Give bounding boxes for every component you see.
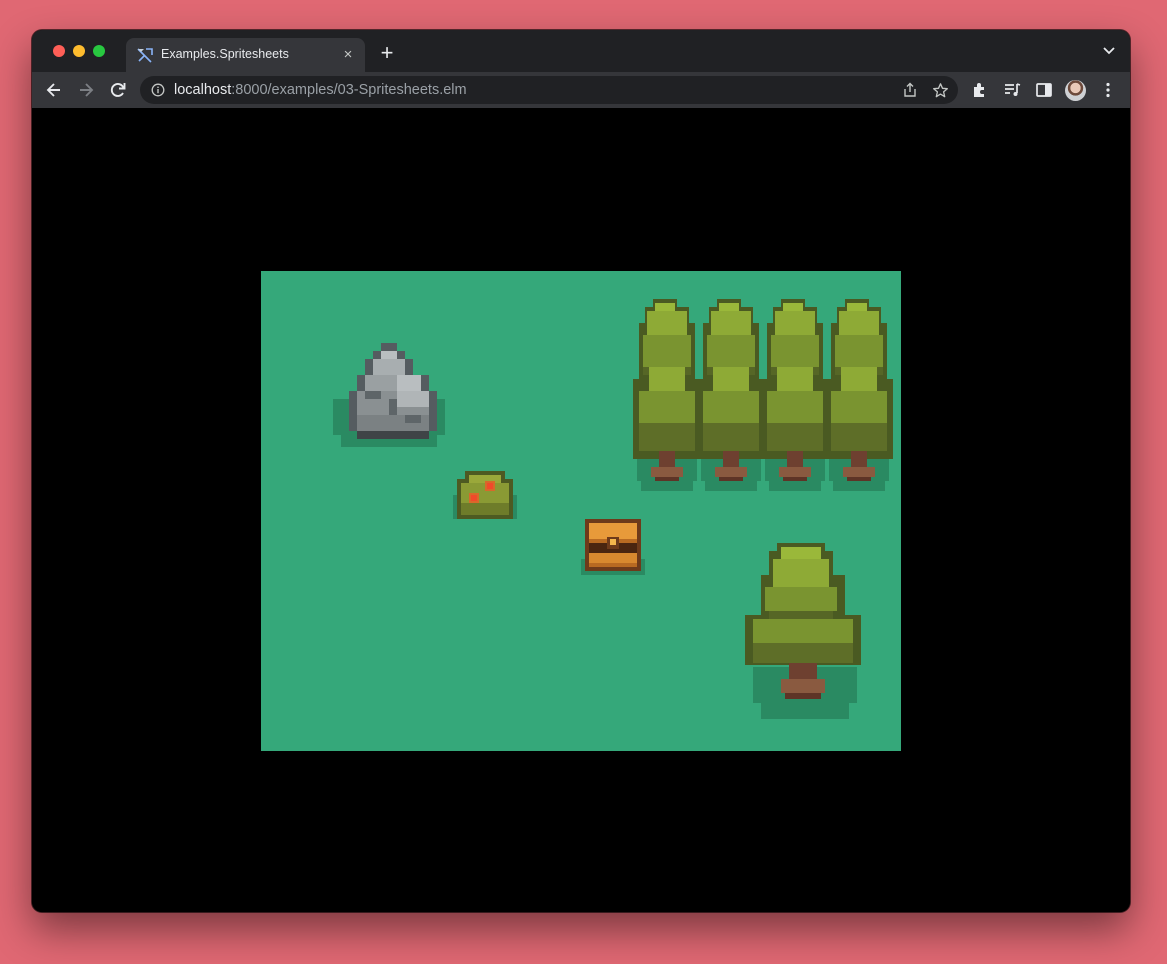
address-bar[interactable]: localhost:8000/examples/03-Spritesheets.… — [140, 76, 958, 104]
tree-row-sprite — [633, 299, 893, 491]
treasure-chest-sprite — [581, 519, 645, 575]
browser-window: Examples.Spritesheets × + localhost:8000… — [32, 30, 1130, 912]
new-tab-button[interactable]: + — [376, 42, 398, 65]
reading-list-icon[interactable] — [1002, 80, 1022, 100]
tree-row-tree — [697, 299, 765, 491]
bush-sprite — [453, 471, 517, 519]
minimize-window-button[interactable] — [73, 45, 85, 57]
share-icon[interactable] — [902, 82, 918, 98]
game-canvas — [261, 271, 901, 751]
tree-row-tree — [825, 299, 893, 491]
elm-tangram-icon — [137, 48, 153, 63]
tree-row-tree — [633, 299, 701, 491]
maximize-window-button[interactable] — [93, 45, 105, 57]
tab-bar: Examples.Spritesheets × + — [32, 30, 1130, 72]
reload-icon[interactable] — [108, 80, 128, 100]
more-options-icon[interactable] — [1098, 80, 1118, 100]
info-icon[interactable] — [151, 83, 165, 97]
url-text[interactable]: localhost:8000/examples/03-Spritesheets.… — [174, 82, 467, 98]
tree-row-tree — [761, 299, 829, 491]
tab-examples-spritesheets[interactable]: Examples.Spritesheets × — [126, 38, 365, 72]
large-tree — [745, 543, 861, 719]
side-panel-icon[interactable] — [1034, 80, 1054, 100]
close-window-button[interactable] — [53, 45, 65, 57]
tab-title: Examples.Spritesheets — [161, 47, 289, 61]
extensions-icon[interactable] — [970, 80, 990, 100]
close-tab-icon[interactable]: × — [339, 46, 357, 64]
page-viewport — [32, 108, 1130, 912]
bookmark-star-icon[interactable] — [932, 82, 949, 99]
rock-sprite — [333, 343, 445, 447]
back-arrow-icon[interactable] — [44, 80, 64, 100]
chevron-down-icon[interactable] — [1102, 46, 1116, 56]
forward-arrow-icon[interactable] — [76, 80, 96, 100]
game-scene — [333, 299, 893, 719]
profile-avatar[interactable] — [1065, 80, 1086, 101]
url-host: localhost — [174, 82, 232, 98]
url-path: :8000/examples/03-Spritesheets.elm — [231, 82, 467, 98]
browser-toolbar: localhost:8000/examples/03-Spritesheets.… — [32, 72, 1130, 108]
tree-sprite — [745, 543, 861, 719]
